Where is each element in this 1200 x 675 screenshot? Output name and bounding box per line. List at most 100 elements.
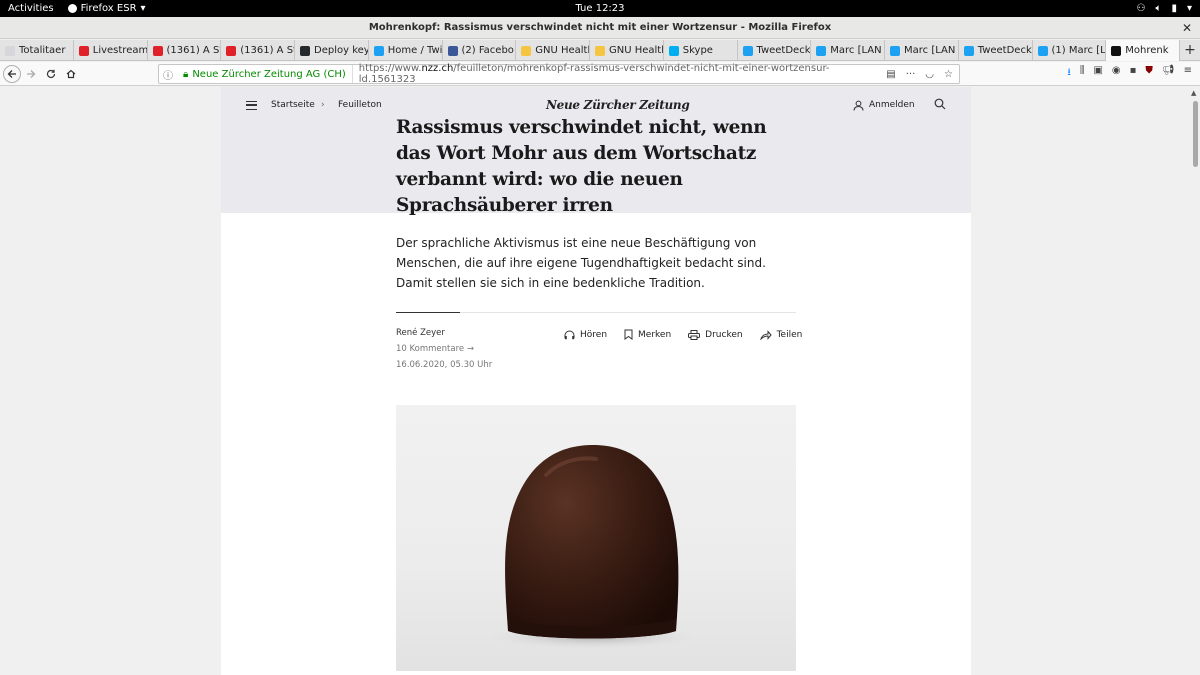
tab-label: Skype	[682, 45, 713, 56]
url-bar[interactable]: ⓘ 🔒︎ Neue Zürcher Zeitung AG (CH) https:…	[158, 63, 960, 85]
menu-icon[interactable]: ≡	[1184, 65, 1192, 82]
user-icon	[853, 100, 864, 111]
sidebar-icon[interactable]: ▣	[1093, 65, 1102, 82]
browser-tab[interactable]: (1) Marc [LA	[1033, 40, 1107, 61]
browser-tab[interactable]: TweetDeck	[959, 40, 1033, 61]
article-headline: Rassismus verschwindet nicht, wenn das W…	[396, 117, 767, 216]
activities-button[interactable]: Activities	[8, 3, 54, 14]
breadcrumb-home[interactable]: Startseite	[271, 100, 315, 110]
arrow-left-icon	[7, 69, 16, 78]
bookmark-star-icon[interactable]: ☆	[944, 69, 953, 80]
url-domain: nzz.ch	[421, 63, 454, 74]
tab-label: TweetDeck	[977, 45, 1032, 56]
tab-label: Mohrenk	[1125, 45, 1169, 56]
save-button[interactable]: Merken	[624, 329, 671, 340]
browser-tab[interactable]: TweetDeck	[738, 40, 812, 61]
tab-label: GNU Health	[609, 45, 664, 56]
library-icon[interactable]: ⫼	[1080, 65, 1085, 82]
home-button[interactable]	[61, 64, 81, 84]
tab-label: Deploy keys	[314, 45, 368, 56]
chevron-right-icon: ›	[321, 100, 325, 110]
navigation-toolbar: ⓘ 🔒︎ Neue Zürcher Zeitung AG (CH) https:…	[0, 62, 1200, 86]
downloads-icon[interactable]: ⭳	[1067, 65, 1071, 82]
browser-tab[interactable]: Home / Twi	[369, 40, 443, 61]
chevron-down-icon: ▾	[1186, 3, 1192, 14]
hamburger-menu-icon[interactable]	[246, 100, 257, 110]
ublock-icon[interactable]: ⛊	[1145, 65, 1153, 82]
pocket-icon[interactable]: ◡	[925, 69, 934, 80]
browser-tab[interactable]: GNU Health	[516, 40, 590, 61]
article-meta: René Zeyer 10 Kommentare → 16.06.2020, 0…	[396, 325, 492, 373]
print-button[interactable]: Drucken	[688, 329, 743, 340]
url-text[interactable]: https://www.nzz.ch/feuilleton/mohrenkopf…	[353, 63, 887, 85]
bookmark-icon	[624, 329, 633, 340]
browser-tab[interactable]: (1361) A Sta	[221, 40, 295, 61]
comments-link[interactable]: 10 Kommentare →	[396, 341, 492, 357]
forward-button[interactable]	[21, 64, 41, 84]
close-icon[interactable]: ✕	[1182, 21, 1192, 35]
tab-label: Marc [LAN	[904, 45, 956, 56]
reload-button[interactable]	[41, 64, 61, 84]
page-scrollbar[interactable]: ▲	[1190, 87, 1200, 675]
login-label: Anmelden	[869, 100, 915, 110]
reload-icon	[46, 69, 56, 78]
breadcrumb-section[interactable]: Feuilleton	[338, 100, 382, 110]
arrow-right-icon	[27, 69, 36, 78]
browser-tab[interactable]: Deploy keys	[295, 40, 369, 61]
search-icon[interactable]	[934, 98, 946, 113]
listen-label: Hören	[580, 329, 608, 340]
author-link[interactable]: René Zeyer	[396, 325, 492, 341]
system-tray[interactable]: ⚇ 🔈︎ ▮ ▾	[1136, 3, 1192, 14]
browser-tab[interactable]: Livestream	[74, 40, 148, 61]
site-identity-label: Neue Zürcher Zeitung AG (CH)	[192, 68, 346, 80]
app-menu[interactable]: Firefox ESR ▾	[67, 3, 146, 14]
article-photo	[396, 405, 796, 671]
extension-icon[interactable]: ▪	[1130, 65, 1137, 82]
share-button[interactable]: Teilen	[759, 329, 803, 340]
reader-view-icon[interactable]: ▤	[886, 69, 895, 80]
share-label: Teilen	[776, 329, 803, 340]
page-actions-icon[interactable]: ···	[906, 69, 916, 80]
scrollbar-thumb[interactable]	[1193, 101, 1198, 167]
browser-tab[interactable]: (1361) A Sta	[148, 40, 222, 61]
tab-favicon-icon	[816, 45, 827, 56]
tab-label: (1361) A Sta	[166, 45, 221, 56]
browser-tab[interactable]: Mohrenk	[1106, 40, 1180, 61]
browser-tab[interactable]: Marc [LAN	[811, 40, 885, 61]
tab-label: Totalitaer	[19, 45, 66, 56]
print-label: Drucken	[705, 329, 743, 340]
tab-favicon-icon	[742, 45, 753, 56]
firefox-icon	[67, 4, 77, 13]
account-icon[interactable]: ◉	[1112, 65, 1121, 82]
browser-tab[interactable]: GNU Health	[590, 40, 664, 61]
tab-label: TweetDeck	[756, 45, 811, 56]
browser-tab[interactable]: Skype	[664, 40, 738, 61]
tab-favicon-icon	[373, 45, 384, 56]
window-titlebar: Mohrenkopf: Rassismus verschwindet nicht…	[0, 17, 1200, 39]
clock[interactable]: Tue 12:23	[0, 3, 1200, 14]
tab-favicon-icon	[1037, 45, 1048, 56]
window-title: Mohrenkopf: Rassismus verschwindet nicht…	[368, 22, 832, 33]
browser-tab[interactable]: Marc [LAN	[885, 40, 959, 61]
info-icon[interactable]: ⓘ	[159, 67, 177, 82]
extension-megaphone-icon[interactable]: 📢︎	[1162, 65, 1175, 82]
lock-icon: 🔒︎	[183, 68, 189, 80]
tab-favicon-icon	[668, 45, 679, 56]
tab-label: GNU Health	[535, 45, 590, 56]
printer-icon	[688, 329, 701, 340]
publish-date: 16.06.2020, 05.30 Uhr	[396, 360, 493, 370]
tab-favicon-icon	[226, 45, 237, 56]
listen-button[interactable]: Hören	[564, 329, 607, 340]
new-tab-button[interactable]: +	[1180, 40, 1200, 60]
login-button[interactable]: Anmelden	[853, 100, 915, 111]
back-button[interactable]	[3, 64, 21, 83]
tab-favicon-icon	[521, 45, 532, 56]
browser-tab[interactable]: Totalitaer	[0, 40, 74, 61]
site-identity[interactable]: 🔒︎ Neue Zürcher Zeitung AG (CH)	[177, 65, 353, 83]
article-header: Startseite › Feuilleton Neue Zürcher Zei…	[221, 87, 971, 216]
home-icon	[66, 69, 76, 78]
nzz-logo[interactable]: Neue Zürcher Zeitung	[546, 98, 690, 112]
scroll-up-icon[interactable]: ▲	[1191, 89, 1196, 97]
browser-tab[interactable]: (2) Facebo	[443, 40, 517, 61]
tab-favicon-icon	[5, 45, 15, 56]
